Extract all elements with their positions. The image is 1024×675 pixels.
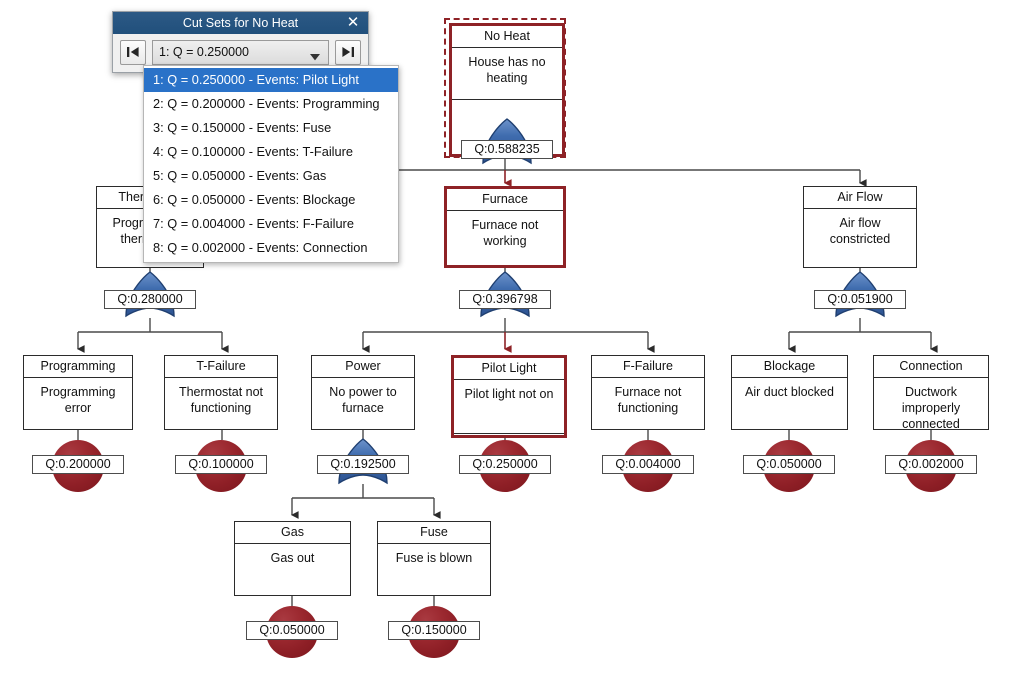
tree-node-f-failure[interactable]: F-Failure Furnace not functioning Q:0.00… bbox=[591, 355, 705, 495]
dropdown-option-2[interactable]: 2: Q = 0.200000 - Events: Programming bbox=[144, 92, 398, 116]
tree-node-pilot-light[interactable]: Pilot Light Pilot light not on Q:0.25000… bbox=[451, 355, 567, 495]
node-description: Gas out bbox=[270, 551, 315, 565]
node-title: No Heat bbox=[452, 26, 562, 48]
node-probability: Q:0.050000 bbox=[743, 455, 835, 474]
tree-node-t-failure[interactable]: T-Failure Thermostat not functioning Q:0… bbox=[164, 355, 278, 495]
node-title: Power bbox=[312, 356, 414, 378]
tree-node-programming[interactable]: Programming Programming error Q:0.200000 bbox=[23, 355, 133, 495]
node-probability: Q:0.280000 bbox=[104, 290, 196, 309]
node-title: Gas bbox=[235, 522, 350, 544]
node-description: Air flow constricted bbox=[829, 216, 891, 246]
node-description: Pilot light not on bbox=[454, 380, 564, 434]
node-description: House has no heating bbox=[452, 48, 562, 100]
node-description: Programming error bbox=[40, 385, 116, 415]
node-title: F-Failure bbox=[592, 356, 704, 378]
node-title: Furnace bbox=[447, 189, 563, 211]
skip-next-icon bbox=[342, 47, 354, 57]
node-title: T-Failure bbox=[165, 356, 277, 378]
node-probability: Q:0.002000 bbox=[885, 455, 977, 474]
dialog-title-bar[interactable]: Cut Sets for No Heat ✕ bbox=[113, 12, 368, 34]
node-description: Ductwork improperly connected bbox=[901, 385, 961, 429]
cut-sets-dialog[interactable]: Cut Sets for No Heat ✕ 1: Q = 0.250000 bbox=[112, 11, 369, 73]
tree-node-gas[interactable]: Gas Gas out Q:0.050000 bbox=[234, 521, 351, 661]
node-description: Fuse is blown bbox=[395, 551, 473, 565]
node-title: Pilot Light bbox=[454, 358, 564, 380]
node-probability: Q:0.200000 bbox=[32, 455, 124, 474]
dropdown-option-4[interactable]: 4: Q = 0.100000 - Events: T-Failure bbox=[144, 140, 398, 164]
node-description: Air duct blocked bbox=[745, 385, 834, 399]
tree-node-connection[interactable]: Connection Ductwork improperly connected… bbox=[873, 355, 989, 495]
node-probability: Q:0.396798 bbox=[459, 290, 551, 309]
fault-tree-canvas: No Heat House has no heating Q:0.588235 … bbox=[0, 0, 1024, 675]
dropdown-option-3[interactable]: 3: Q = 0.150000 - Events: Fuse bbox=[144, 116, 398, 140]
tree-node-air-flow[interactable]: Air Flow Air flow constricted Q:0.051900 bbox=[803, 186, 917, 326]
node-probability: Q:0.192500 bbox=[317, 455, 409, 474]
dropdown-option-7[interactable]: 7: Q = 0.004000 - Events: F-Failure bbox=[144, 212, 398, 236]
skip-previous-icon bbox=[127, 47, 139, 57]
node-title: Connection bbox=[874, 356, 988, 378]
node-probability: Q:0.004000 bbox=[602, 455, 694, 474]
tree-node-no-heat[interactable]: No Heat House has no heating Q:0.588235 bbox=[444, 18, 566, 165]
close-icon[interactable]: ✕ bbox=[344, 12, 362, 34]
node-title: Fuse bbox=[378, 522, 490, 544]
tree-node-fuse[interactable]: Fuse Fuse is blown Q:0.150000 bbox=[377, 521, 491, 661]
node-description: Furnace not working bbox=[471, 218, 539, 248]
node-title: Blockage bbox=[732, 356, 847, 378]
dialog-title: Cut Sets for No Heat bbox=[182, 16, 299, 30]
node-probability: Q:0.100000 bbox=[175, 455, 267, 474]
cutset-dropdown-list[interactable]: 1: Q = 0.250000 - Events: Pilot Light 2:… bbox=[143, 65, 399, 263]
node-probability: Q:0.150000 bbox=[388, 621, 480, 640]
node-probability: Q:0.050000 bbox=[246, 621, 338, 640]
node-description: Furnace not functioning bbox=[614, 385, 682, 415]
tree-node-blockage[interactable]: Blockage Air duct blocked Q:0.050000 bbox=[731, 355, 848, 495]
dropdown-option-8[interactable]: 8: Q = 0.002000 - Events: Connection bbox=[144, 236, 398, 260]
node-probability: Q:0.250000 bbox=[459, 455, 551, 474]
node-description: Thermostat not functioning bbox=[178, 385, 264, 415]
tree-node-power[interactable]: Power No power to furnace Q:0.192500 bbox=[311, 355, 415, 495]
dropdown-option-1[interactable]: 1: Q = 0.250000 - Events: Pilot Light bbox=[144, 68, 398, 92]
first-cutset-button[interactable] bbox=[120, 39, 146, 65]
dropdown-option-6[interactable]: 6: Q = 0.050000 - Events: Blockage bbox=[144, 188, 398, 212]
node-title: Programming bbox=[24, 356, 132, 378]
dropdown-option-5[interactable]: 5: Q = 0.050000 - Events: Gas bbox=[144, 164, 398, 188]
cutset-select[interactable]: 1: Q = 0.250000 bbox=[152, 39, 329, 65]
node-description: No power to furnace bbox=[329, 385, 397, 415]
node-probability: Q:0.588235 bbox=[461, 140, 553, 159]
chevron-down-icon bbox=[310, 50, 320, 64]
cutset-select-value: 1: Q = 0.250000 bbox=[159, 45, 250, 59]
node-probability: Q:0.051900 bbox=[814, 290, 906, 309]
tree-node-furnace[interactable]: Furnace Furnace not working Q:0.396798 bbox=[444, 186, 566, 326]
node-title: Air Flow bbox=[804, 187, 916, 209]
last-cutset-button[interactable] bbox=[335, 39, 361, 65]
